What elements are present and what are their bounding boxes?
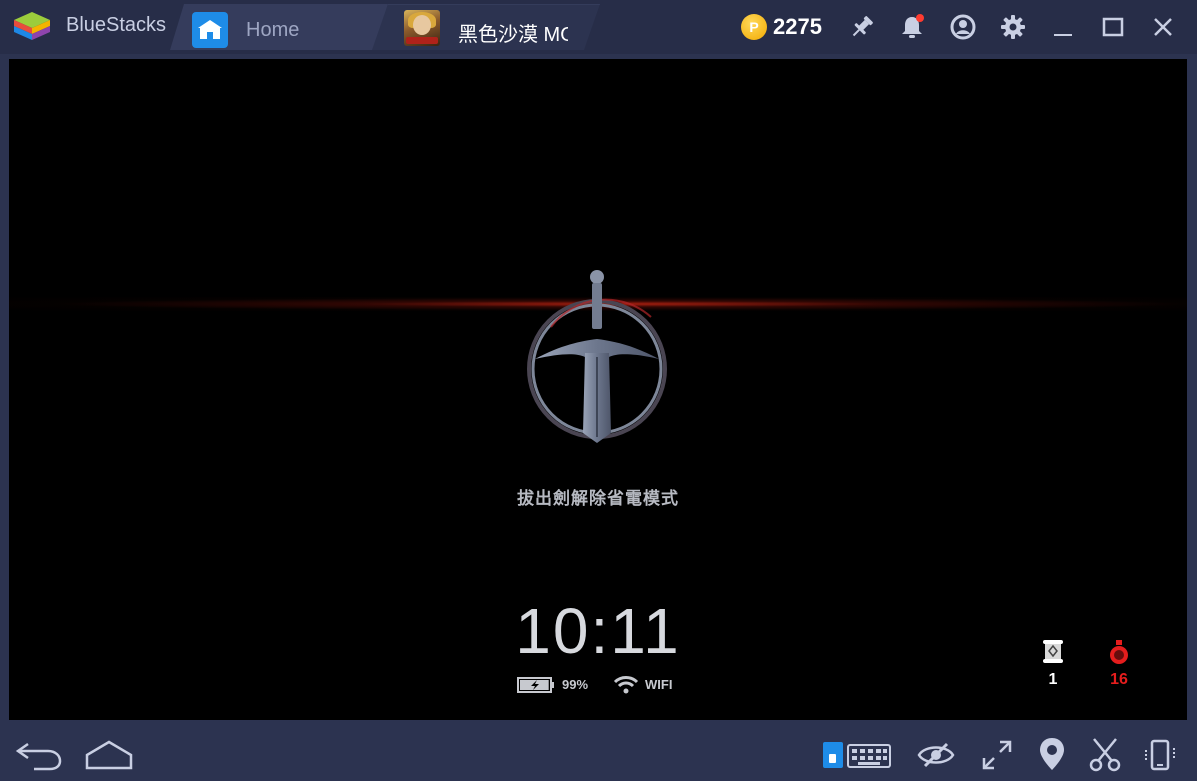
scroll-count: 1	[1048, 671, 1058, 688]
coin-count[interactable]: 2275	[773, 14, 822, 40]
eye-toggle-icon[interactable]	[917, 740, 955, 770]
app-brand: BlueStacks	[66, 14, 167, 36]
home-icon	[192, 12, 228, 48]
potion-count: 16	[1110, 671, 1128, 688]
minimize-icon[interactable]	[1048, 12, 1078, 42]
clock: 10:11	[515, 595, 681, 667]
unlock-prompt: 拔出劍解除省電模式	[517, 489, 679, 508]
network-label: WIFI	[645, 677, 673, 692]
game-screen[interactable]: 拔出劍解除省電模式 10:11 99% WIFI 1 16	[9, 59, 1187, 720]
back-arrow-icon[interactable]	[14, 738, 64, 772]
battery-icon	[517, 677, 554, 693]
maximize-icon[interactable]	[1098, 12, 1128, 42]
p-coin-icon[interactable]: P	[741, 14, 767, 40]
tab-home-label: Home	[246, 19, 300, 41]
account-icon[interactable]	[948, 12, 978, 42]
tab-home[interactable]: Home	[170, 4, 388, 50]
battery-percent: 99%	[562, 677, 589, 692]
scroll-icon	[1043, 640, 1063, 663]
notification-dot	[916, 14, 924, 22]
tab-game-label: 黑色沙漠 MO	[458, 24, 568, 46]
tab-game[interactable]: 黑色沙漠 MO	[372, 4, 600, 50]
bottom-toolbar	[0, 728, 1197, 781]
fullscreen-icon[interactable]	[980, 738, 1014, 772]
keyboard-controls-icon[interactable]	[822, 740, 892, 770]
scroll-item[interactable]: 1	[1033, 639, 1073, 689]
red-potion-icon	[1110, 640, 1128, 664]
sword-in-circle-icon[interactable]	[521, 267, 673, 445]
home-outline-icon[interactable]	[84, 740, 134, 770]
potion-item[interactable]: 16	[1099, 639, 1139, 689]
close-icon[interactable]	[1148, 12, 1178, 42]
location-pin-icon[interactable]	[1037, 736, 1067, 774]
pin-icon[interactable]	[847, 12, 877, 42]
title-bar: BlueStacks Home 黑色沙漠 MO P 2275	[0, 0, 1197, 54]
wifi-icon	[613, 676, 639, 694]
bluestacks-logo-icon	[14, 12, 50, 40]
rotate-device-icon[interactable]	[1142, 736, 1178, 774]
notification-bell-icon[interactable]	[897, 12, 927, 42]
settings-gear-icon[interactable]	[998, 12, 1028, 42]
scissors-icon[interactable]	[1088, 737, 1122, 773]
game-app-icon	[404, 10, 440, 46]
device-status: 99% WIFI	[517, 675, 717, 695]
